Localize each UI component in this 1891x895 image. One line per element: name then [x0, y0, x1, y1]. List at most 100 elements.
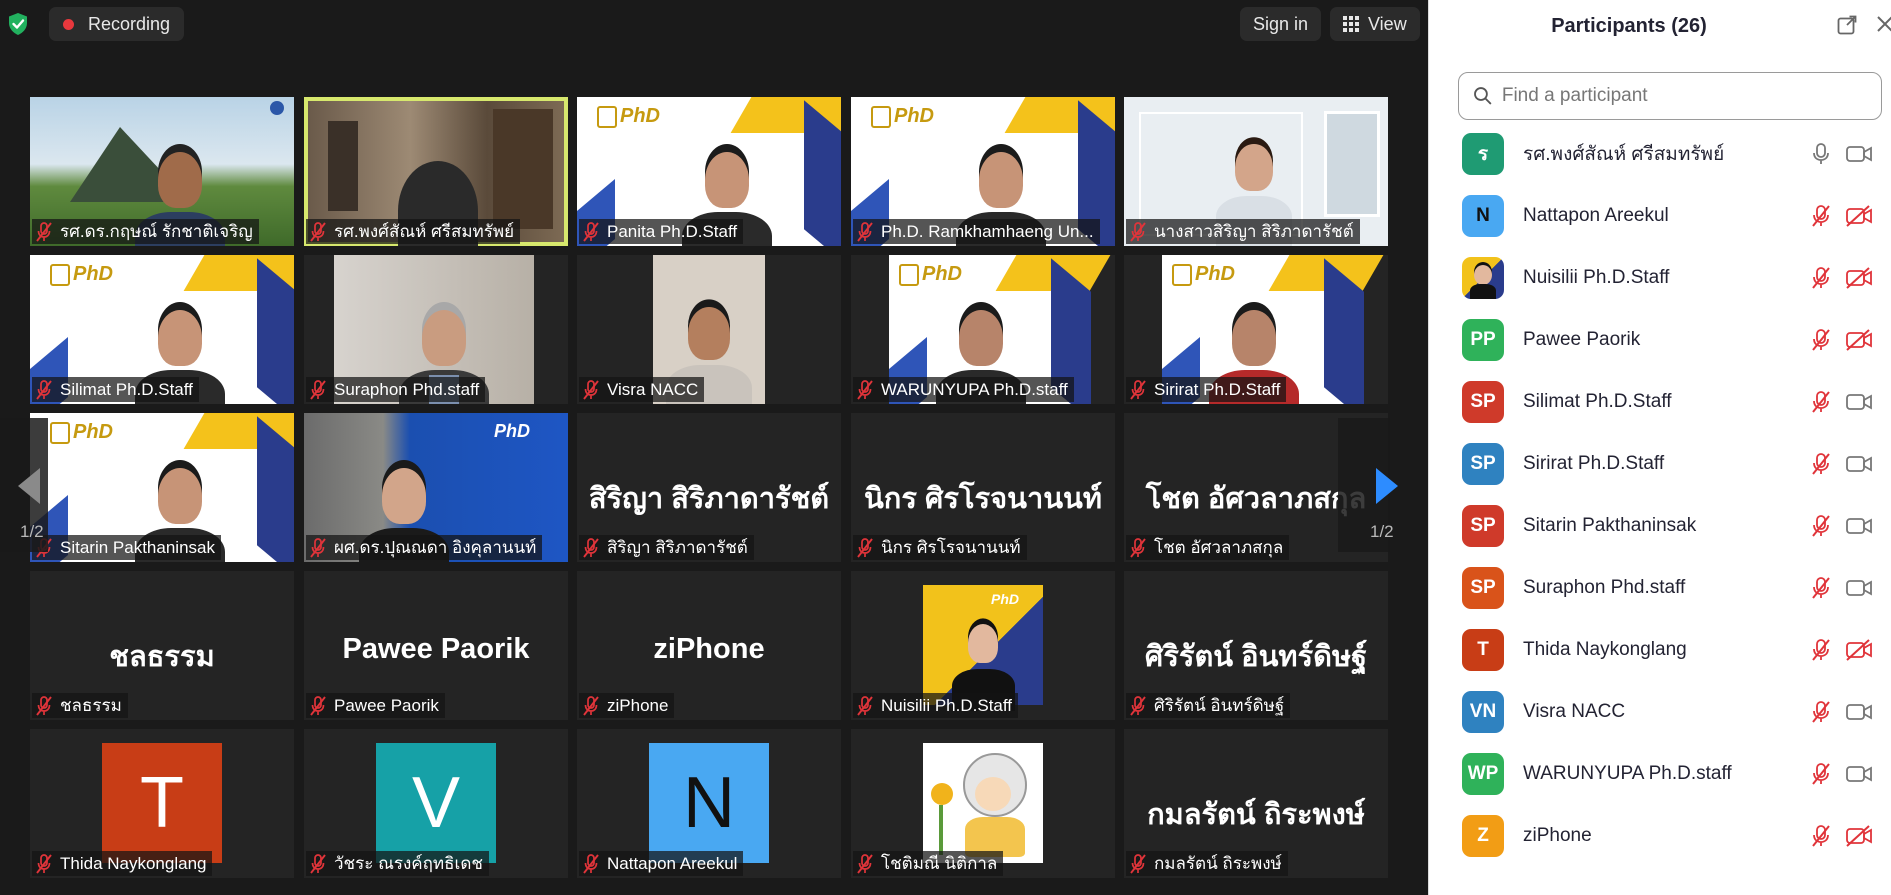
video-tile[interactable]: ziPhone ziPhone	[577, 571, 841, 720]
participant-display-name: สิริญา สิริภาดารัชต์	[588, 483, 830, 515]
video-tile[interactable]: PhD Silimat Ph.D.Staff	[30, 255, 294, 404]
video-tile[interactable]: Pawee Paorik Pawee Paorik	[304, 571, 568, 720]
camera-off-icon[interactable]	[1845, 328, 1873, 352]
video-tile[interactable]: รศ.พงศ์สัณห์ ศรีสมทรัพย์	[304, 97, 568, 246]
camera-icon[interactable]	[1845, 576, 1873, 600]
mic-muted-icon[interactable]	[1809, 328, 1833, 352]
video-tile[interactable]: V วัชระ ณรงค์ฤทธิเดช	[304, 729, 568, 878]
video-tile[interactable]: Visra NACC	[577, 255, 841, 404]
view-button[interactable]: View	[1330, 7, 1420, 41]
page-indicator-left: 1/2	[20, 522, 44, 541]
participant-row[interactable]: Nuisilii Ph.D.Staff	[1429, 247, 1891, 309]
camera-icon[interactable]	[1845, 390, 1873, 414]
camera-icon[interactable]	[1845, 514, 1873, 538]
participant-nameplate: รศ.พงศ์สัณห์ ศรีสมทรัพย์	[306, 219, 521, 244]
video-tile[interactable]: PhD Sitarin Pakthaninsak	[30, 413, 294, 562]
participant-row[interactable]: ร รศ.พงศ์สัณห์ ศรีสมทรัพย์	[1429, 123, 1891, 185]
participant-search-input[interactable]	[1499, 84, 1881, 108]
video-gallery: Recording Sign in View รศ.ดร.กฤษณ์ รักชา…	[0, 0, 1428, 895]
participant-name: Thida Naykonglang	[1523, 639, 1687, 660]
mic-muted-icon[interactable]	[1809, 576, 1833, 600]
video-tile[interactable]: นิกร ศิรโรจนานนท์ นิกร ศิรโรจนานนท์	[851, 413, 1115, 562]
mic-muted-icon[interactable]	[1809, 700, 1833, 724]
video-tile[interactable]: สิริญา สิริภาดารัชต์ สิริญา สิริภาดารัชต์	[577, 413, 841, 562]
participant-row[interactable]: T Thida Naykonglang	[1429, 619, 1891, 681]
person-head	[422, 310, 466, 366]
participant-name: Sirirat Ph.D.Staff	[1154, 379, 1281, 399]
next-page-arrow-icon[interactable]	[1374, 466, 1400, 506]
participant-row[interactable]: SP Suraphon Phd.staff	[1429, 557, 1891, 619]
camera-icon[interactable]	[1845, 762, 1873, 786]
mic-muted-icon	[1130, 695, 1146, 716]
mic-muted-icon[interactable]	[1809, 638, 1833, 662]
close-icon[interactable]	[1874, 13, 1891, 35]
participant-name: Suraphon Phd.staff	[1523, 577, 1686, 598]
participant-name: Suraphon Phd.staff	[334, 379, 480, 399]
participant-row[interactable]: PP Pawee Paorik	[1429, 309, 1891, 371]
video-tile[interactable]: PhD Nuisilii Ph.D.Staff	[851, 571, 1115, 720]
recording-indicator[interactable]: Recording	[49, 7, 185, 41]
participant-row[interactable]: ZziPhone	[1429, 805, 1891, 867]
mic-muted-icon[interactable]	[1809, 204, 1833, 228]
participant-row[interactable]: SP Silimat Ph.D.Staff	[1429, 371, 1891, 433]
camera-off-icon[interactable]	[1845, 824, 1873, 848]
page-indicator-right: 1/2	[1370, 522, 1394, 541]
previous-page-arrow-icon[interactable]	[16, 466, 42, 506]
participant-name: โชต อัศวลาภสกุล	[1154, 538, 1284, 557]
participant-name: กมลรัตน์ ถิระพงษ์	[1154, 854, 1282, 873]
participant-name: ชลธรรม	[60, 696, 122, 715]
mic-muted-icon[interactable]	[1809, 824, 1833, 848]
mic-muted-icon[interactable]	[1809, 266, 1833, 290]
participant-avatar: SP	[1462, 567, 1504, 609]
camera-icon[interactable]	[1845, 142, 1873, 166]
mic-muted-icon[interactable]	[1809, 762, 1833, 786]
video-tile[interactable]: T Thida Naykonglang	[30, 729, 294, 878]
camera-icon[interactable]	[1845, 452, 1873, 476]
participant-name: ziPhone	[1523, 825, 1592, 846]
participant-name: Nuisilii Ph.D.Staff	[1523, 267, 1670, 288]
video-tile[interactable]: PhD WARUNYUPA Ph.D.staff	[851, 255, 1115, 404]
participant-display-name: ชลธรรม	[109, 641, 215, 673]
participant-search-field[interactable]	[1458, 72, 1882, 120]
video-tile[interactable]: รศ.ดร.กฤษณ์ รักชาติเจริญ	[30, 97, 294, 246]
participant-name: นางสาวสิริญา สิริภาดารัชต์	[1154, 222, 1354, 241]
video-tile[interactable]: N Nattapon Areekul	[577, 729, 841, 878]
participant-name: Sitarin Pakthaninsak	[1523, 515, 1697, 536]
encryption-shield-icon[interactable]	[7, 12, 29, 36]
participant-row[interactable]: SP Sitarin Pakthaninsak	[1429, 495, 1891, 557]
person-head	[967, 623, 999, 663]
participant-row[interactable]: VN Visra NACC	[1429, 681, 1891, 743]
mic-muted-icon[interactable]	[1809, 390, 1833, 414]
mic-muted-icon	[310, 537, 326, 558]
video-tile[interactable]: โชติมณี นิติกาล	[851, 729, 1115, 878]
participant-avatar: ร	[1462, 133, 1504, 175]
participant-row[interactable]: SP Sirirat Ph.D.Staff	[1429, 433, 1891, 495]
camera-icon[interactable]	[1845, 700, 1873, 724]
participant-name: รศ.พงศ์สัณห์ ศรีสมทรัพย์	[334, 222, 515, 241]
participant-row[interactable]: N Nattapon Areekul	[1429, 185, 1891, 247]
recording-label: Recording	[88, 13, 171, 34]
participant-row[interactable]: WP WARUNYUPA Ph.D.staff	[1429, 743, 1891, 805]
mic-icon[interactable]	[1809, 142, 1833, 166]
participant-avatar: PP	[1462, 319, 1504, 361]
camera-off-icon[interactable]	[1845, 266, 1873, 290]
video-tile[interactable]: PhD Panita Ph.D.Staff	[577, 97, 841, 246]
video-tile[interactable]: PhD Ph.D. Ramkhamhaeng Un...	[851, 97, 1115, 246]
video-tile[interactable]: Suraphon Phd.staff	[304, 255, 568, 404]
video-tile[interactable]: PhD Sirirat Ph.D.Staff	[1124, 255, 1388, 404]
participant-nameplate: นางสาวสิริญา สิริภาดารัชต์	[1126, 219, 1360, 244]
camera-off-icon[interactable]	[1845, 204, 1873, 228]
video-tile[interactable]: PhD ผศ.ดร.ปุณณดา อิงคุลานนท์	[304, 413, 568, 562]
video-tile[interactable]: กมลรัตน์ ถิระพงษ์ กมลรัตน์ ถิระพงษ์	[1124, 729, 1388, 878]
pop-out-icon[interactable]	[1837, 15, 1857, 35]
camera-off-icon[interactable]	[1845, 638, 1873, 662]
mic-muted-icon	[1130, 853, 1146, 874]
video-tile[interactable]: ศิริรัตน์ อินทร์ดิษฐ์ ศิริรัตน์ อินทร์ดิษ…	[1124, 571, 1388, 720]
sign-in-button[interactable]: Sign in	[1240, 7, 1322, 41]
mic-muted-icon[interactable]	[1809, 452, 1833, 476]
video-tile[interactable]: นางสาวสิริญา สิริภาดารัชต์	[1124, 97, 1388, 246]
video-tile[interactable]: ชลธรรม ชลธรรม	[30, 571, 294, 720]
mic-muted-icon[interactable]	[1809, 514, 1833, 538]
participant-nameplate: Suraphon Phd.staff	[306, 377, 486, 402]
participant-avatar: Z	[1462, 815, 1504, 857]
